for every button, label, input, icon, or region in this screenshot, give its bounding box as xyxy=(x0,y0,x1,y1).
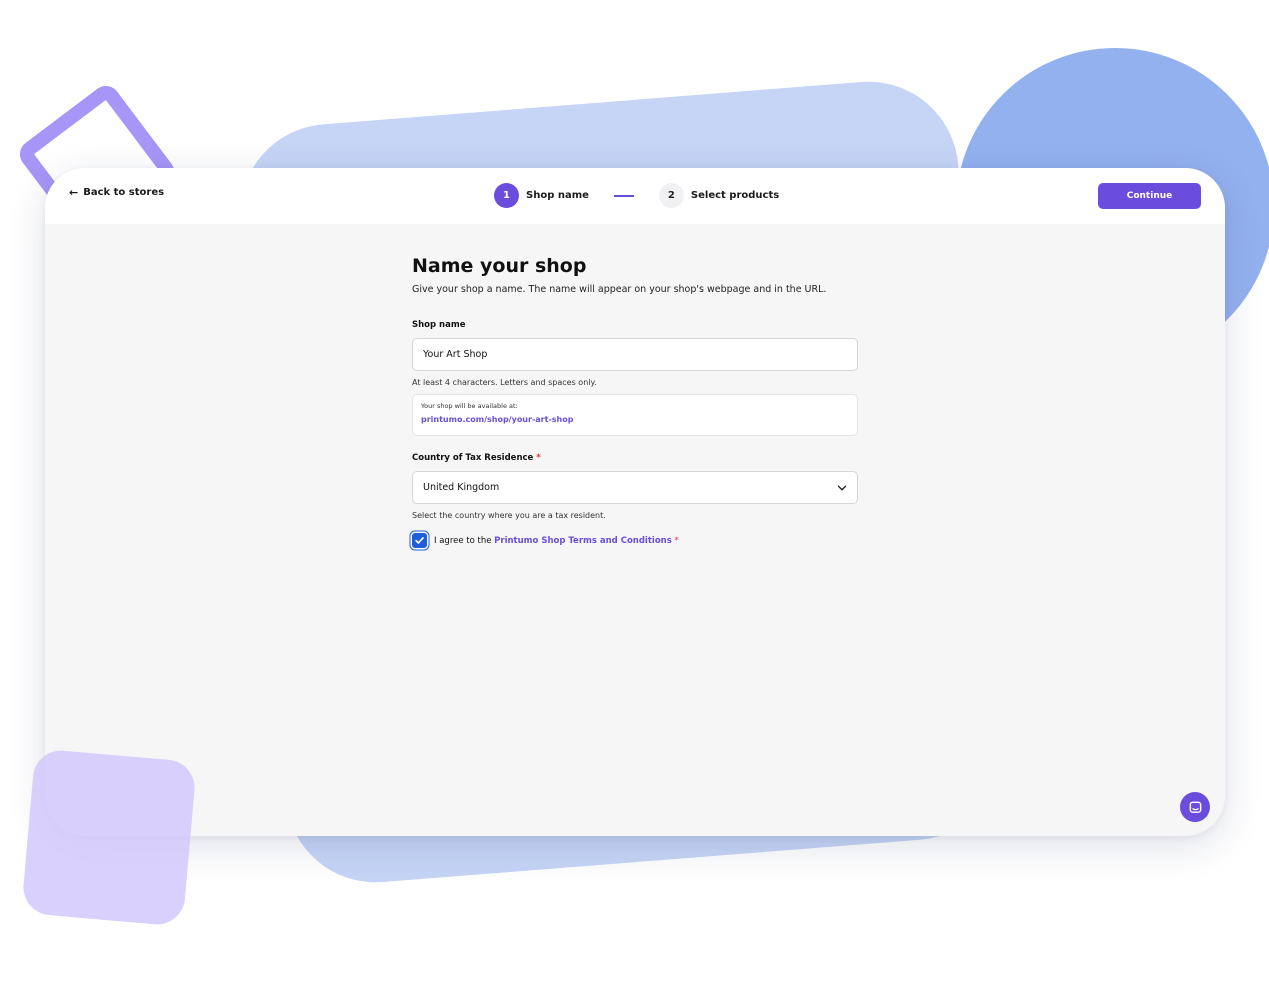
top-bar: ← Back to stores 1 Shop name 2 Select pr… xyxy=(45,168,1225,224)
url-preview-caption: Your shop will be available at: xyxy=(421,402,518,410)
country-label: Country of Tax Residence * xyxy=(412,453,858,464)
country-label-text: Country of Tax Residence xyxy=(412,453,534,463)
back-link-label: Back to stores xyxy=(83,187,165,198)
back-to-stores-link[interactable]: ← Back to stores xyxy=(69,187,164,198)
step-2-label: Select products xyxy=(690,190,780,201)
terms-agreement-text: I agree to the Printumo Shop Terms and C… xyxy=(434,536,679,546)
terms-link[interactable]: Printumo Shop Terms and Conditions xyxy=(494,536,672,546)
country-hint: Select the country where you are a tax r… xyxy=(412,511,606,520)
arrow-left-icon: ← xyxy=(69,186,79,199)
country-required-mark: * xyxy=(536,453,541,463)
chevron-down-icon xyxy=(837,485,847,490)
page-subtitle: Give your shop a name. The name will app… xyxy=(412,284,827,295)
step-1-indicator: 1 xyxy=(494,183,519,208)
shop-name-input[interactable] xyxy=(412,338,858,371)
terms-required-mark: * xyxy=(674,535,679,546)
url-preview-box: Your shop will be available at: printumo… xyxy=(412,394,858,436)
continue-button[interactable]: Continue xyxy=(1098,183,1201,209)
page-title: Name your shop xyxy=(412,255,587,277)
chat-icon xyxy=(1189,801,1201,813)
shop-name-form: Name your shop Give your shop a name. Th… xyxy=(412,254,858,548)
app-window: ← Back to stores 1 Shop name 2 Select pr… xyxy=(45,168,1225,836)
terms-agreement-row: I agree to the Printumo Shop Terms and C… xyxy=(412,533,858,548)
checkmark-icon xyxy=(415,537,424,544)
step-1-label: Shop name xyxy=(526,190,589,201)
terms-checkbox[interactable] xyxy=(412,533,427,548)
step-connector xyxy=(613,194,634,197)
shop-name-hint: At least 4 characters. Letters and space… xyxy=(412,378,597,387)
country-selected-value: United Kingdom xyxy=(423,482,500,493)
url-preview-value: printumo.com/shop/your-art-shop xyxy=(421,415,574,424)
step-2-indicator: 2 xyxy=(658,183,684,208)
country-select[interactable]: United Kingdom xyxy=(412,471,858,504)
page: ← Back to stores 1 Shop name 2 Select pr… xyxy=(0,0,1269,1005)
stepper: 1 Shop name 2 Select products xyxy=(494,183,779,208)
terms-prefix: I agree to the xyxy=(434,535,492,546)
background-shape-soft-square xyxy=(21,748,197,927)
chat-button[interactable] xyxy=(1180,792,1210,822)
shop-name-label: Shop name xyxy=(412,320,466,330)
